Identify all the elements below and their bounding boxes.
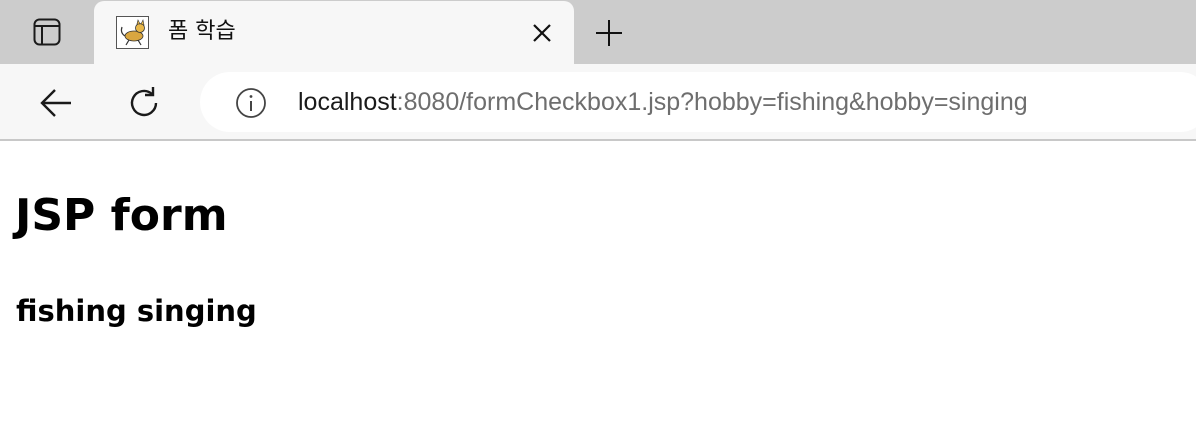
tab-bar: 폼 학습 [0,0,1196,64]
tab-close-button[interactable] [526,17,558,49]
back-button[interactable] [34,81,78,125]
reload-button[interactable] [122,81,166,125]
page-heading: JSP form [15,190,228,241]
sidebar-tabs-icon [33,18,61,46]
address-bar[interactable]: localhost:8080/formCheckbox1.jsp?hobby=f… [200,72,1196,132]
arrow-left-icon [40,89,71,117]
tab-actions [0,0,94,64]
url-text[interactable]: localhost:8080/formCheckbox1.jsp?hobby=f… [298,87,1028,117]
url-host: localhost [298,88,397,116]
hobby-result: fishing singing [16,294,257,328]
tomcat-icon [116,16,149,49]
tab-actions-button[interactable] [27,12,67,52]
new-tab-button[interactable] [589,15,629,51]
close-icon [533,24,551,42]
browser-toolbar: localhost:8080/formCheckbox1.jsp?hobby=f… [0,64,1196,141]
site-info-icon[interactable] [234,86,268,120]
tab-title: 폼 학습 [168,19,236,44]
active-tab[interactable]: 폼 학습 [94,1,574,64]
page-content: JSP form fishing singing [0,143,1196,422]
reload-icon [130,87,158,117]
url-path: :8080/formCheckbox1.jsp?hobby=fishing&ho… [396,88,1028,116]
plus-icon [596,20,622,46]
